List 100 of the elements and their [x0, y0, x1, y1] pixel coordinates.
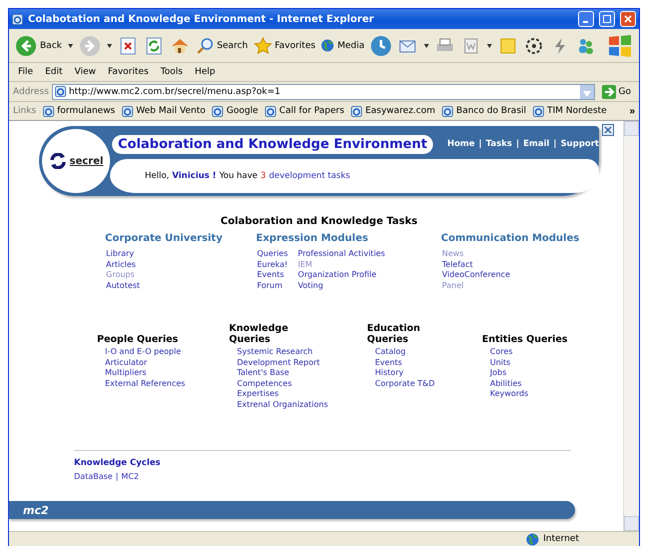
- caret-icon[interactable]: [68, 44, 73, 48]
- query-link[interactable]: Articulator: [105, 358, 229, 368]
- app-icon: [12, 14, 23, 24]
- query-link[interactable]: Jobs: [490, 368, 602, 378]
- query-link[interactable]: Keywords: [490, 389, 602, 400]
- module-link[interactable]: VideoConference: [442, 270, 510, 280]
- search-icon: [196, 36, 214, 54]
- cycle-link[interactable]: MC2: [121, 472, 139, 481]
- query-link[interactable]: Events: [375, 358, 482, 368]
- favorites-button[interactable]: Favorites: [254, 36, 316, 54]
- caret-icon[interactable]: [106, 44, 112, 48]
- module-link[interactable]: Queries: [257, 249, 288, 260]
- stop-icon[interactable]: [118, 36, 138, 56]
- footer-logo: mc2: [23, 504, 49, 516]
- caret-icon[interactable]: [424, 44, 430, 48]
- module-link[interactable]: Professional Activities: [298, 249, 386, 260]
- search-button[interactable]: Search: [196, 36, 248, 54]
- query-link[interactable]: Expertises: [237, 389, 367, 400]
- windows-logo-icon: [607, 32, 633, 58]
- query-link[interactable]: History: [375, 368, 482, 378]
- window-title: Colabotation and Knowledge Environment - Internet Explorer: [28, 14, 375, 24]
- zone-label: Internet: [543, 534, 579, 544]
- separator: |: [116, 472, 118, 481]
- menu-item[interactable]: View: [70, 67, 101, 77]
- minimize-button[interactable]: [578, 11, 594, 27]
- menu-item[interactable]: Edit: [40, 67, 68, 77]
- address-label: Address: [13, 86, 49, 96]
- more-button[interactable]: »: [629, 106, 635, 116]
- page-icon: [122, 106, 134, 116]
- nav-link[interactable]: Email: [523, 139, 550, 149]
- logo-icon: [48, 153, 67, 169]
- page-icon: [265, 106, 276, 116]
- query-link[interactable]: Abilities: [490, 378, 602, 389]
- tasks-link[interactable]: development tasks: [268, 171, 350, 181]
- cycle-link[interactable]: DataBase: [74, 472, 113, 481]
- module-link[interactable]: Articles: [106, 260, 140, 270]
- nav-link[interactable]: Support: [560, 139, 599, 149]
- nav-link[interactable]: Home: [447, 139, 475, 149]
- note-icon[interactable]: [498, 36, 518, 56]
- link-item[interactable]: Easywarez.com: [351, 106, 436, 116]
- menu-item[interactable]: Help: [190, 67, 220, 77]
- user-name: Vinicius !: [172, 171, 216, 181]
- close-button[interactable]: [620, 11, 636, 27]
- menu-item[interactable]: Tools: [156, 67, 188, 77]
- query-link[interactable]: Corporate T&D: [375, 378, 482, 389]
- module-link[interactable]: Forum: [257, 280, 288, 291]
- nav-link[interactable]: Tasks: [486, 139, 512, 149]
- close-icon[interactable]: [602, 124, 614, 136]
- link-item[interactable]: TIM Nordeste: [533, 106, 607, 116]
- close-icon: [624, 15, 632, 23]
- link-item[interactable]: Google: [212, 106, 258, 116]
- menu-item[interactable]: Favorites: [102, 67, 154, 77]
- query-link[interactable]: Systemic Research: [237, 347, 367, 358]
- section-heading: Colaboration and Knowledge Tasks: [220, 216, 418, 227]
- star-icon: [254, 36, 272, 54]
- query-heading: People Queries: [97, 333, 180, 345]
- module-link[interactable]: Organization Profile: [298, 270, 386, 280]
- page-icon: [212, 106, 224, 116]
- query-link[interactable]: Units: [490, 358, 602, 368]
- query-heading: Entities Queries: [482, 333, 569, 345]
- link-item[interactable]: formulanews: [43, 106, 116, 116]
- query-link[interactable]: External References: [105, 378, 229, 389]
- back-button[interactable]: Back: [15, 34, 62, 56]
- module-link[interactable]: Eureka!: [257, 260, 288, 270]
- query-link[interactable]: Competences: [237, 378, 367, 389]
- separator: |: [516, 139, 520, 149]
- query-link[interactable]: Talent's Base: [237, 368, 367, 378]
- site-title: Colaboration and Knowledge Environment: [112, 134, 434, 154]
- link-item[interactable]: Call for Papers: [265, 106, 344, 116]
- dropdown-button[interactable]: [580, 84, 594, 98]
- address-field[interactable]: http://www.mc2.com.br/secrel/menu.asp?ok=1: [52, 84, 595, 100]
- query-link[interactable]: Cores: [490, 347, 602, 358]
- query-heading: Knowledge Queries: [229, 322, 290, 345]
- page-icon: [351, 106, 362, 116]
- globe-icon: [321, 39, 334, 52]
- media-button[interactable]: Media: [321, 39, 364, 52]
- module-link[interactable]: Voting: [298, 280, 386, 291]
- module-link[interactable]: Events: [257, 270, 288, 280]
- link-item[interactable]: Banco do Brasil: [442, 106, 526, 116]
- query-link[interactable]: Extrenal Organizations: [237, 400, 367, 410]
- module-link[interactable]: Library: [106, 249, 140, 260]
- query-link[interactable]: Catalog: [375, 347, 482, 358]
- query-link[interactable]: Multipliers: [105, 368, 229, 378]
- maximize-button[interactable]: [599, 11, 615, 27]
- separator: |: [553, 139, 557, 149]
- menu-item[interactable]: File: [13, 67, 38, 77]
- separator: |: [478, 139, 482, 149]
- history-icon: [370, 34, 392, 56]
- cycles-link[interactable]: Knowledge Cycles: [74, 458, 623, 468]
- caret-icon: [582, 90, 591, 96]
- query-link[interactable]: I-O and E-O people: [105, 347, 229, 358]
- caret-icon[interactable]: [487, 44, 492, 48]
- go-arrow-icon: [602, 84, 616, 98]
- link-item[interactable]: Web Mail Vento: [122, 106, 206, 116]
- refresh-icon[interactable]: [144, 36, 164, 56]
- go-button[interactable]: Go: [598, 84, 635, 98]
- query-heading: Education Queries: [367, 322, 422, 345]
- query-link[interactable]: Development Report: [237, 358, 367, 368]
- module-link[interactable]: Autotest: [106, 280, 140, 291]
- module-link[interactable]: Telefact: [442, 260, 510, 270]
